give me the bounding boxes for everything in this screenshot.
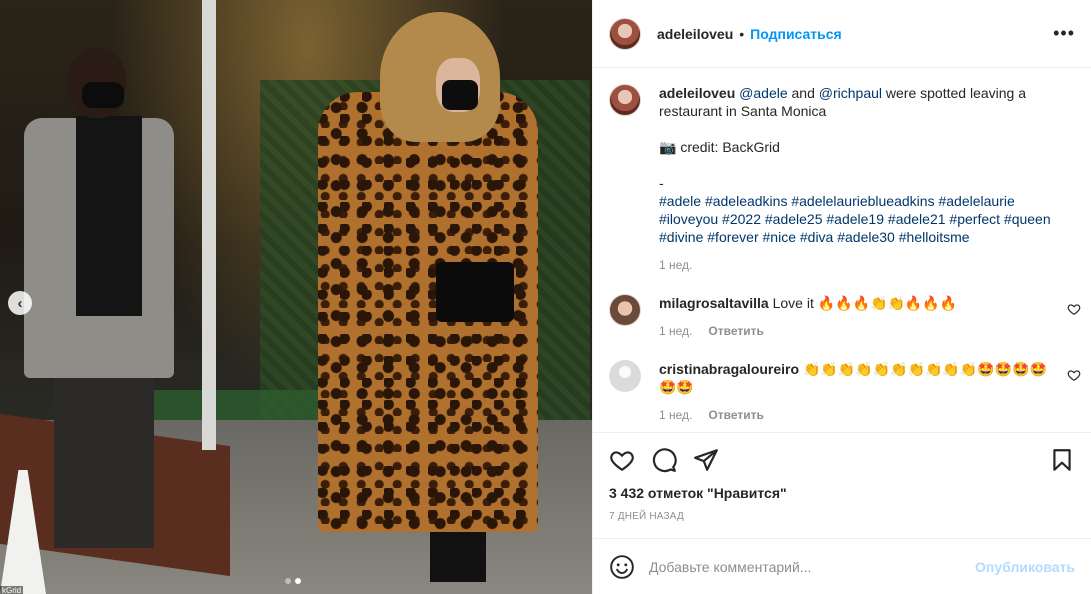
header-separator: • — [739, 25, 745, 42]
commenter-avatar[interactable] — [609, 360, 641, 392]
comment-time[interactable]: 1 нед. — [659, 408, 692, 422]
hashtag[interactable]: #divine — [659, 229, 703, 245]
caption-text: adeleiloveu @adele and @richpaul were sp… — [659, 84, 1059, 246]
share-icon[interactable] — [693, 447, 719, 473]
hashtag[interactable]: #adele19 — [826, 211, 884, 227]
caption-credit: 📷 credit: BackGrid — [659, 139, 780, 155]
hashtag[interactable]: #queen — [1004, 211, 1051, 227]
hashtag[interactable]: #adele21 — [888, 211, 946, 227]
comment-text: cristinabragaloureiro 👏👏👏👏👏👏👏👏👏👏🤩🤩🤩🤩🤩🤩 — [659, 360, 1059, 396]
commenter-username[interactable]: cristinabragaloureiro — [659, 361, 799, 377]
hashtag[interactable]: #adele25 — [765, 211, 823, 227]
caption-and: and — [787, 85, 819, 101]
reply-button[interactable]: Ответить — [708, 408, 763, 422]
hashtag[interactable]: #adele30 — [837, 229, 895, 245]
hashtag-list: #adele #adeleadkins #adelelaurieblueadki… — [659, 192, 1059, 246]
caption-time[interactable]: 1 нед. — [659, 258, 692, 272]
photo-watermark: kGrid — [0, 586, 24, 594]
hashtag[interactable]: #helloitsme — [899, 229, 970, 245]
likes-count[interactable]: 3 432 отметок "Нравится" — [609, 485, 1075, 501]
commenter-username[interactable]: milagrosaltavilla — [659, 295, 769, 311]
slide-indicator — [285, 578, 301, 584]
mention-adele[interactable]: @adele — [739, 85, 787, 101]
post-modal: kGrid ‹ adeleiloveu • Подписаться ••• ad… — [0, 0, 1091, 594]
hashtag[interactable]: #diva — [800, 229, 833, 245]
comment-meta: 1 нед. Ответить — [659, 408, 1059, 422]
comment-icon[interactable] — [651, 447, 677, 473]
comment-text: milagrosaltavilla Love it 🔥🔥🔥👏👏🔥🔥🔥 — [659, 294, 1059, 312]
caption-meta: 1 нед. — [659, 258, 1059, 272]
hashtag[interactable]: #adeleadkins — [705, 193, 788, 209]
hashtag[interactable]: #forever — [707, 229, 758, 245]
slide-dot-active — [295, 578, 301, 584]
comment-heart-icon[interactable] — [1067, 368, 1081, 382]
emoji-icon[interactable] — [609, 554, 635, 580]
post-actions: 3 432 отметок "Нравится" 7 ДНЕЙ НАЗАД — [593, 432, 1091, 538]
hashtag[interactable]: #nice — [763, 229, 796, 245]
mention-richpaul[interactable]: @richpaul — [819, 85, 882, 101]
comment-input[interactable] — [649, 558, 976, 575]
comment-time[interactable]: 1 нед. — [659, 324, 692, 338]
comment-item: cristinabragaloureiro 👏👏👏👏👏👏👏👏👏👏🤩🤩🤩🤩🤩🤩 1… — [609, 360, 1081, 422]
slide-dot — [285, 578, 291, 584]
comment-item: milagrosaltavilla Love it 🔥🔥🔥👏👏🔥🔥🔥 1 нед… — [609, 294, 1081, 338]
caption-dash: - — [659, 175, 664, 191]
comment-body: Love it 🔥🔥🔥👏👏🔥🔥🔥 — [772, 295, 958, 311]
hashtag[interactable]: #adelelaurieblueadkins — [791, 193, 934, 209]
hashtag[interactable]: #iloveyou — [659, 211, 718, 227]
post-sidebar: adeleiloveu • Подписаться ••• adeleilove… — [592, 0, 1091, 594]
caption-author[interactable]: adeleiloveu — [659, 85, 735, 101]
comment-heart-icon[interactable] — [1067, 302, 1081, 316]
hashtag[interactable]: #adelelaurie — [938, 193, 1014, 209]
caption-row: adeleiloveu @adele and @richpaul were sp… — [609, 84, 1075, 272]
post-media: kGrid ‹ — [0, 0, 592, 594]
more-icon[interactable]: ••• — [1053, 23, 1075, 44]
action-icons — [609, 445, 1075, 475]
author-username[interactable]: adeleiloveu — [657, 26, 733, 42]
post-date[interactable]: 7 ДНЕЙ НАЗАД — [609, 511, 1075, 522]
photo-pole — [202, 0, 216, 450]
comment-meta: 1 нед. Ответить — [659, 324, 1059, 338]
photo-man — [24, 48, 184, 568]
author-avatar[interactable] — [609, 17, 641, 50]
photo-woman — [316, 12, 556, 594]
publish-button[interactable]: Опубликовать — [975, 559, 1075, 575]
post-header: adeleiloveu • Подписаться ••• — [593, 0, 1091, 68]
commenter-avatar[interactable] — [609, 294, 641, 326]
previous-slide-button[interactable]: ‹ — [8, 291, 32, 315]
follow-button[interactable]: Подписаться — [750, 26, 842, 42]
chevron-left-icon: ‹ — [17, 294, 23, 312]
bookmark-icon[interactable] — [1049, 447, 1075, 473]
reply-button[interactable]: Ответить — [708, 324, 763, 338]
heart-icon[interactable] — [609, 447, 635, 473]
add-comment-bar: Опубликовать — [593, 538, 1091, 594]
hashtag[interactable]: #perfect — [949, 211, 1000, 227]
caption-avatar[interactable] — [609, 84, 641, 116]
hashtag[interactable]: #2022 — [722, 211, 761, 227]
comments-list[interactable]: adeleiloveu @adele and @richpaul were sp… — [593, 68, 1091, 432]
hashtag[interactable]: #adele — [659, 193, 701, 209]
